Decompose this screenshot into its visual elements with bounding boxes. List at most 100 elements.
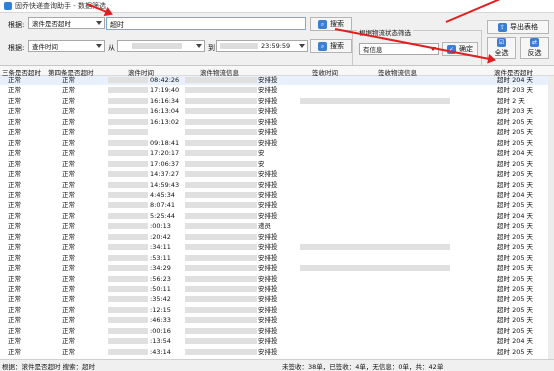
table-row[interactable]: 正常 正常:46:33 安排投 超时 205 天: [0, 316, 554, 325]
row2-field-select[interactable]: 查件时间: [28, 40, 105, 52]
cell-time: :43:14: [150, 347, 171, 356]
cell-time: :00:13: [150, 222, 171, 231]
table-row[interactable]: 正常 正常 4:45:34 安排投 超时 204 天: [0, 191, 554, 200]
toolbar: 根据: 滚件是否超时 超时 ⌕ 搜索 根据: 查件时间 从 到 23:59:59…: [0, 13, 554, 66]
redacted-cell: [108, 296, 148, 303]
cell-c1: 正常: [8, 285, 21, 293]
to-date-picker[interactable]: 23:59:59: [216, 40, 308, 52]
table-row[interactable]: 正常 正常 17:06:37 安 超时 205 天: [0, 160, 554, 169]
redacted-cell: [185, 129, 257, 136]
status-select[interactable]: 有信息: [359, 43, 439, 55]
table-row[interactable]: 正常 正常:12:15 安排投 超时 205 天: [0, 306, 554, 315]
cell-overdue: 超时 205 天: [497, 117, 534, 126]
to-label: 到: [208, 44, 215, 52]
cell-time: :20:42: [150, 232, 171, 241]
table-row[interactable]: 正常 正常:20:42 安排投 超时 205 天: [0, 233, 554, 242]
cell-c2: 正常: [62, 180, 75, 189]
table-row[interactable]: 正常 正常 17:20:17 安 超时 204 天: [0, 149, 554, 158]
cell-overdue: 超时 205 天: [497, 180, 534, 189]
table-row[interactable]: 正常 正常:35:42 安排投 超时 205 天: [0, 295, 554, 304]
redacted-cell: [108, 338, 148, 345]
redacted-cell: [108, 286, 148, 292]
row1-field-select[interactable]: 滚件是否超时: [28, 17, 105, 29]
from-date-picker[interactable]: [117, 40, 205, 52]
table-header: 三条是否超时 第四条是否超时 滚件时间 滚件物流信息 签收时间 签收物流信息 滚…: [0, 66, 554, 77]
cell-c2: 正常: [62, 159, 75, 168]
cell-time: 4:45:34: [150, 190, 176, 199]
cell-c1: 正常: [8, 326, 21, 335]
cell-time: 14:37:27: [150, 170, 180, 179]
redacted-cell: [108, 108, 148, 115]
cell-c1: 正常: [8, 86, 21, 95]
invert-selection-button[interactable]: ⇄ 反选: [520, 37, 549, 59]
redacted-cell: [185, 254, 257, 261]
cell-info: 递员: [258, 222, 271, 231]
redacted-cell: [300, 244, 450, 251]
cell-c2: 正常: [62, 253, 75, 262]
table-row[interactable]: 正常 正常:00:16 安排投 超时 205 天: [0, 327, 554, 336]
redacted-cell: [108, 317, 148, 324]
row2-field-value: 查件时间: [32, 43, 58, 51]
cell-c2: 正常: [62, 305, 75, 314]
cell-c2: 正常: [62, 295, 75, 304]
redacted-cell: [185, 181, 257, 188]
table-row[interactable]: 正常 正常:56:23 安排投 超时 205 天: [0, 275, 554, 284]
cell-c1: 正常: [8, 243, 21, 252]
cell-overdue: 超时 205 天: [497, 316, 534, 325]
cell-time: 16:13:02: [150, 117, 180, 126]
table-row[interactable]: 正常 正常 16:13:04 安排投 超时 203 天: [0, 107, 554, 116]
cell-c2: 正常: [62, 274, 75, 283]
redacted-cell: [108, 306, 148, 313]
cell-c1: 正常: [8, 149, 21, 158]
table-row[interactable]: 正常 正常 5:25:44 安排投 超时 204 天: [0, 212, 554, 221]
table-row[interactable]: 正常 正常 安排投 超时 205 天: [0, 128, 554, 137]
cell-overdue: 超时 205 天: [497, 243, 534, 252]
cell-c2: 正常: [62, 138, 75, 147]
table-row[interactable]: 正常 正常:00:13 递员 超时 205 天: [0, 222, 554, 231]
cell-overdue: 超时 204 天: [497, 190, 534, 199]
cell-overdue: 超时 204 天: [497, 337, 534, 346]
table-row[interactable]: 正常 正常 8:07:41 安排投 超时 205 天: [0, 201, 554, 210]
table-row[interactable]: 正常 正常 08:42:26 安排投 超时 204 天: [0, 76, 554, 85]
table-row[interactable]: 正常 正常 16:13:02 安排投 超时 205 天: [0, 118, 554, 127]
cell-overdue: 超时 205 天: [497, 222, 534, 231]
redacted-cell: [108, 191, 148, 198]
redacted-cell: [108, 87, 148, 94]
cell-time: 17:06:37: [150, 159, 180, 168]
cell-c1: 正常: [8, 295, 21, 304]
table-row[interactable]: 正常 正常 14:59:43 安排投 超时 205 天: [0, 181, 554, 190]
redacted-cell: [108, 202, 148, 209]
cell-info: 安排投: [258, 76, 278, 84]
cell-info: 安: [258, 149, 265, 158]
search-button-2[interactable]: ⌕ 搜索: [310, 39, 352, 53]
table-row[interactable]: 正常 正常:13:54 安排投 超时 204 天: [0, 337, 554, 346]
vertical-scrollbar[interactable]: [548, 76, 554, 360]
table-row[interactable]: 正常 正常:34:11 安排投 超时 205 天: [0, 243, 554, 252]
cell-info: 安排投: [258, 170, 278, 179]
cell-time: 09:18:41: [150, 138, 180, 147]
cell-info: 安排投: [258, 86, 278, 95]
cell-c2: 正常: [62, 190, 75, 199]
invert-icon: ⇄: [530, 38, 539, 47]
redacted-cell: [185, 348, 257, 355]
export-button[interactable]: ⇪ 导出表格: [487, 20, 549, 34]
redacted-cell: [185, 317, 257, 324]
table-row[interactable]: 正常 正常 16:16:34 安排投 超时 2 天: [0, 97, 554, 106]
cell-time: :00:16: [150, 326, 171, 335]
cell-time: 5:25:44: [150, 211, 176, 220]
table-row[interactable]: 正常 正常:34:29 安排投 超时 205 天: [0, 264, 554, 273]
cell-info: 安排投: [258, 180, 278, 189]
cell-c2: 正常: [62, 86, 75, 95]
search-button[interactable]: ⌕ 搜索: [310, 17, 352, 31]
cell-c1: 正常: [8, 96, 21, 105]
table-row[interactable]: 正常 正常 14:37:27 安排投 超时 205 天: [0, 170, 554, 179]
table-row[interactable]: 正常 正常:53:11 安排投 超时 205 天: [0, 254, 554, 263]
redacted-cell: [185, 265, 257, 272]
table-row[interactable]: 正常 正常 09:18:41 安排投 超时 205 天: [0, 139, 554, 148]
table-row[interactable]: 正常 正常:43:14 安排投 超时 205 天: [0, 348, 554, 357]
table-row[interactable]: 正常 正常:50:11 安排投 超时 205 天: [0, 285, 554, 294]
cell-time: 16:13:04: [150, 107, 180, 116]
search-input[interactable]: 超时: [106, 17, 306, 30]
table-row[interactable]: 正常 正常 17:19:40 安排投 超时 203 天: [0, 86, 554, 95]
cell-c2: 正常: [62, 201, 75, 210]
